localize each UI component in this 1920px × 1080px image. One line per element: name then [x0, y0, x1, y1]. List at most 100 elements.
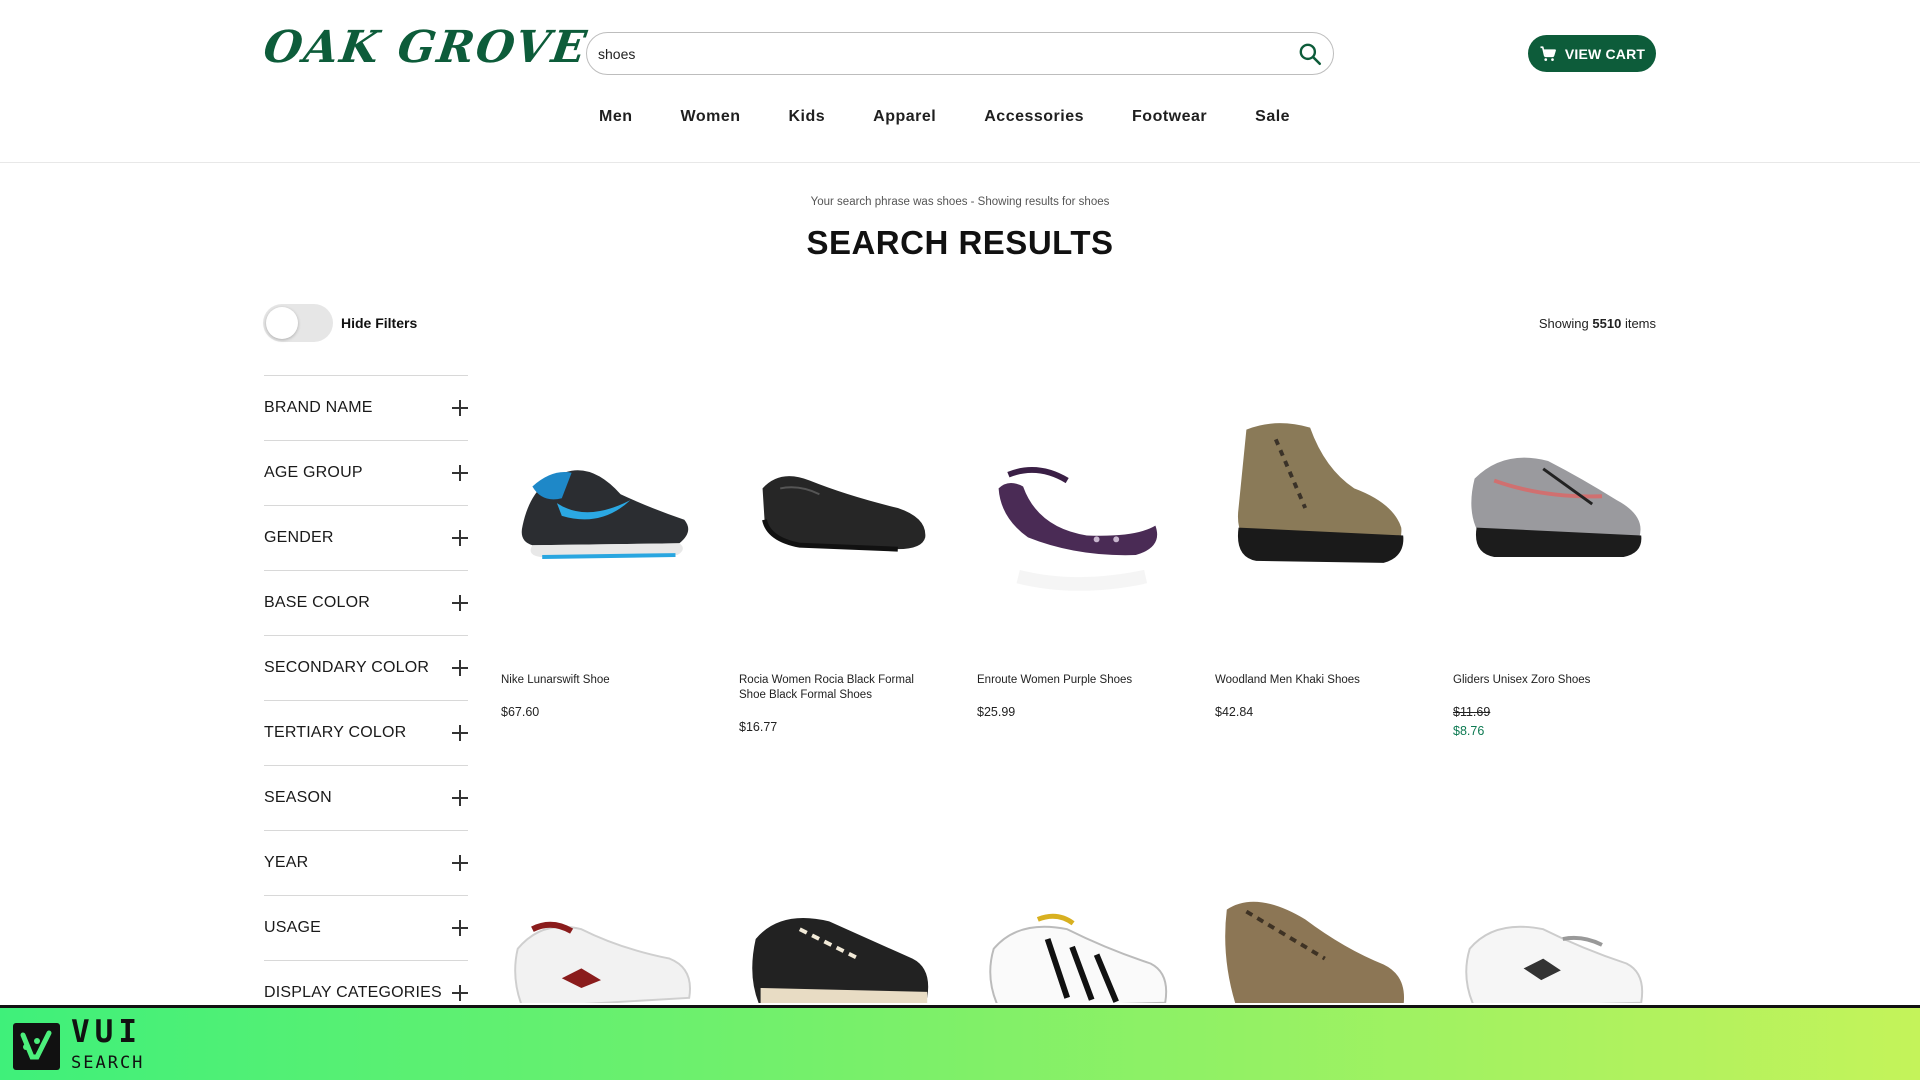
product-card[interactable]: [1453, 858, 1653, 1003]
site-header: OAK GROVE VIEW CART Men Women Kids Appar…: [0, 0, 1920, 163]
product-image[interactable]: [501, 858, 701, 1003]
filter-label: BASE COLOR: [264, 594, 371, 611]
plus-icon[interactable]: [452, 855, 468, 871]
filter-season[interactable]: SEASON: [264, 766, 468, 831]
product-price: $42.84: [1215, 705, 1254, 719]
sneaker-image: [514, 921, 691, 1003]
product-image[interactable]: [977, 858, 1177, 1003]
vui-logo-icon[interactable]: [13, 1023, 60, 1070]
product-name[interactable]: Gliders Unisex Zoro Shoes: [1453, 673, 1653, 688]
filter-brand-name[interactable]: BRAND NAME: [264, 376, 468, 441]
search-bar: [586, 32, 1334, 75]
filter-usage[interactable]: USAGE: [264, 896, 468, 961]
vui-sub-text: SEARCH: [71, 1053, 145, 1073]
product-price: $67.60: [501, 705, 540, 719]
product-card[interactable]: [501, 858, 701, 1003]
product-image[interactable]: [501, 378, 701, 638]
hide-filters-toggle[interactable]: [263, 304, 333, 342]
filter-tertiary-color[interactable]: TERTIARY COLOR: [264, 701, 468, 766]
plus-icon[interactable]: [452, 920, 468, 936]
filter-secondary-color[interactable]: SECONDARY COLOR: [264, 636, 468, 701]
product-image[interactable]: [739, 858, 939, 1003]
plus-icon[interactable]: [452, 660, 468, 676]
search-input[interactable]: [598, 33, 1278, 74]
plus-icon[interactable]: [452, 465, 468, 481]
result-count-number: 5510: [1592, 316, 1622, 331]
product-card[interactable]: Woodland Men Khaki Shoes $42.84: [1215, 378, 1415, 719]
product-grid: Nike Lunarswift Shoe $67.60 Rocia Women …: [501, 378, 1656, 1003]
filter-label: SEASON: [264, 789, 332, 806]
product-card[interactable]: [1215, 858, 1415, 1003]
product-image[interactable]: [1215, 378, 1415, 638]
search-icon: [1299, 43, 1322, 66]
product-name[interactable]: Enroute Women Purple Shoes: [977, 673, 1177, 688]
filter-sidebar: BRAND NAME AGE GROUP GENDER BASE COLOR S…: [264, 375, 468, 1026]
product-sale-price: $8.76: [1453, 724, 1485, 738]
product-card[interactable]: Enroute Women Purple Shoes $25.99: [977, 378, 1177, 719]
nav-item-accessories[interactable]: Accessories: [960, 108, 1108, 126]
product-name[interactable]: Rocia Women Rocia Black Formal Shoe Blac…: [739, 673, 939, 703]
view-cart-button[interactable]: VIEW CART: [1528, 35, 1656, 72]
formal-shoe-image: [762, 476, 926, 552]
product-price: $25.99: [977, 705, 1016, 719]
nav-item-apparel[interactable]: Apparel: [849, 108, 960, 126]
sneaker-image: [752, 918, 929, 1003]
vui-search-bar: VUI SEARCH: [0, 1005, 1920, 1080]
result-count-prefix: Showing: [1538, 316, 1589, 331]
product-old-price: $11.69: [1453, 705, 1491, 719]
product-card[interactable]: [739, 858, 939, 1003]
shopping-cart-icon: [1540, 45, 1556, 61]
sneaker-image: [989, 913, 1168, 1003]
plus-icon[interactable]: [452, 595, 468, 611]
plus-icon[interactable]: [452, 725, 468, 741]
plus-icon[interactable]: [452, 985, 468, 1001]
filter-label: YEAR: [264, 854, 309, 871]
sneaker-image: [521, 470, 689, 559]
filter-year[interactable]: YEAR: [264, 831, 468, 896]
product-image[interactable]: [1453, 378, 1653, 638]
filter-label: AGE GROUP: [264, 464, 363, 481]
product-image[interactable]: [977, 378, 1177, 638]
product-name[interactable]: Nike Lunarswift Shoe: [501, 673, 701, 688]
result-count-suffix: items: [1624, 316, 1656, 331]
filter-label: GENDER: [264, 529, 334, 546]
product-name[interactable]: Woodland Men Khaki Shoes: [1215, 673, 1415, 688]
nav-item-women[interactable]: Women: [657, 108, 765, 126]
product-card[interactable]: Gliders Unisex Zoro Shoes $11.69 $8.76: [1453, 378, 1653, 738]
product-card[interactable]: Rocia Women Rocia Black Formal Shoe Blac…: [739, 378, 939, 734]
filter-gender[interactable]: GENDER: [264, 506, 468, 571]
filter-label: BRAND NAME: [264, 399, 373, 416]
product-card[interactable]: [977, 858, 1177, 1003]
product-image[interactable]: [1215, 858, 1415, 1003]
product-price: $16.77: [739, 720, 778, 734]
hide-filters-label[interactable]: Hide Filters: [341, 315, 417, 331]
boot-image: [1237, 423, 1404, 563]
trail-shoe-image: [1471, 457, 1642, 557]
filter-label: SECONDARY COLOR: [264, 659, 430, 676]
result-count: Showing 5510 items: [1539, 316, 1656, 331]
nav-item-footwear[interactable]: Footwear: [1108, 108, 1231, 126]
filter-label: TERTIARY COLOR: [264, 724, 407, 741]
site-logo[interactable]: OAK GROVE: [260, 22, 591, 73]
plus-icon[interactable]: [452, 790, 468, 806]
flat-shoe-image: [998, 467, 1158, 591]
vui-brand-text: VUI: [71, 1014, 142, 1050]
filter-label: DISPLAY CATEGORIES: [264, 984, 442, 1001]
nav-item-sale[interactable]: Sale: [1231, 108, 1314, 126]
search-phrase-text: Your search phrase was shoes - Showing r…: [810, 196, 1110, 208]
toggle-knob: [266, 307, 298, 339]
sneaker-image: [1465, 925, 1644, 1003]
plus-icon[interactable]: [452, 530, 468, 546]
view-cart-label: VIEW CART: [1564, 45, 1646, 62]
plus-icon[interactable]: [452, 400, 468, 416]
filter-base-color[interactable]: BASE COLOR: [264, 571, 468, 636]
product-image[interactable]: [739, 378, 939, 638]
nav-item-men[interactable]: Men: [575, 108, 657, 126]
filter-label: USAGE: [264, 919, 322, 936]
filter-age-group[interactable]: AGE GROUP: [264, 441, 468, 506]
product-card[interactable]: Nike Lunarswift Shoe $67.60: [501, 378, 701, 719]
search-button[interactable]: [1297, 41, 1323, 67]
casual-shoe-image: [1225, 901, 1404, 1003]
product-image[interactable]: [1453, 858, 1653, 1003]
nav-item-kids[interactable]: Kids: [764, 108, 849, 126]
